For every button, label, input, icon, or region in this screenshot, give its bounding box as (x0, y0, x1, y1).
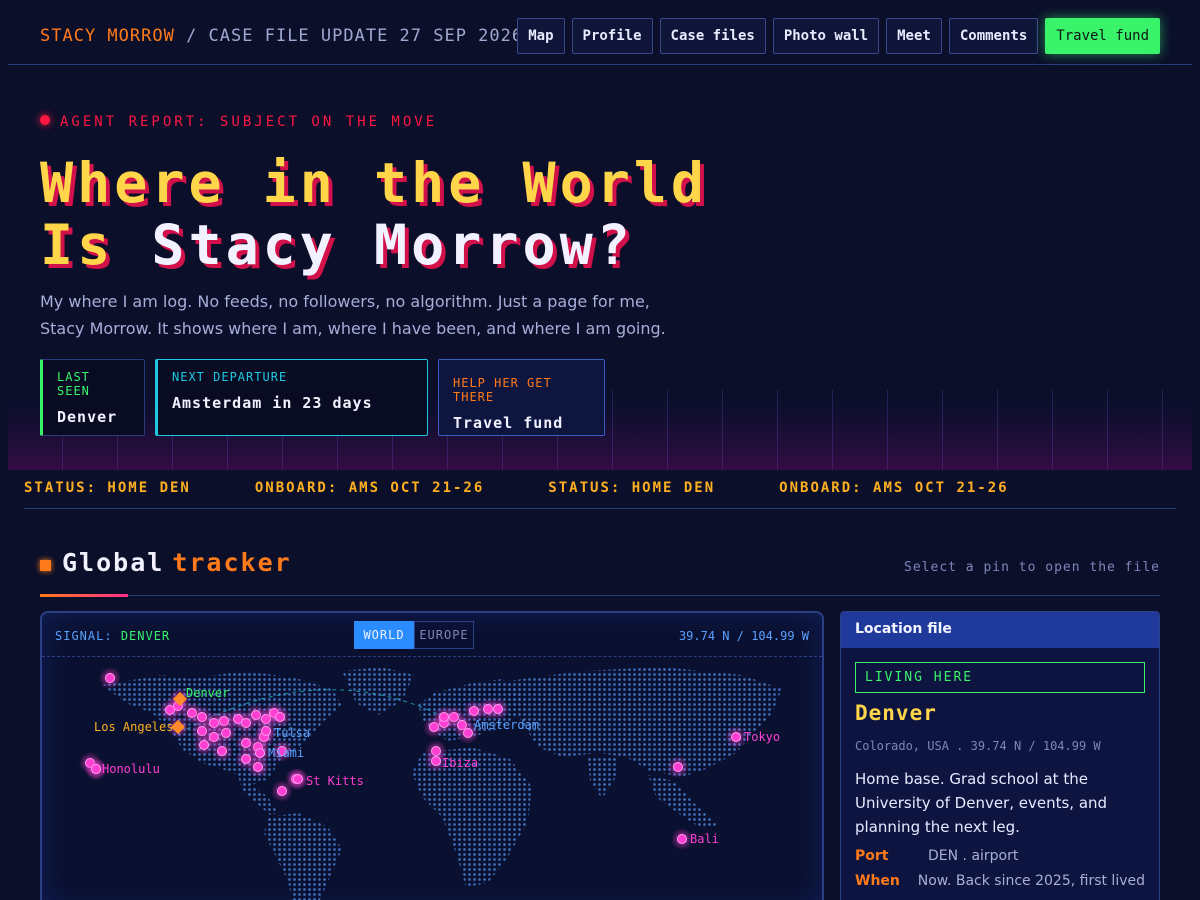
map-pin[interactable] (255, 748, 265, 758)
top-bar: STACY MORROW / CASE FILE UPDATE 27 SEP 2… (8, 0, 1192, 65)
brand-name: STACY MORROW (40, 26, 175, 46)
help-label: HELP HER GET THERE (453, 376, 552, 404)
map-pin[interactable] (677, 834, 687, 844)
tracker-title: Global tracker (62, 548, 292, 577)
next-departure-card: NEXT DEPARTURE Amsterdam in 23 days (155, 359, 428, 436)
status-cards: LAST SEEN Denver NEXT DEPARTURE Amsterda… (40, 359, 605, 436)
title-line-2-name: Stacy Morrow? (151, 213, 634, 277)
nav-case-files-button[interactable]: Case files (659, 18, 766, 54)
map-pin[interactable] (673, 762, 683, 772)
map-pin[interactable] (217, 746, 227, 756)
brand-subtitle: CASE FILE UPDATE 27 SEP 2026 (208, 26, 524, 46)
map-pin-label: Bali (690, 832, 719, 846)
site-brand[interactable]: STACY MORROW / CASE FILE UPDATE 27 SEP 2… (40, 26, 523, 46)
view-world-button[interactable]: WORLD (354, 621, 414, 649)
signal-readout: SIGNAL: DENVER (55, 629, 170, 643)
ticker-item: STATUS: HOME DEN (24, 480, 191, 496)
alert-dot-icon (40, 115, 50, 125)
location-description: Home base. Grad school at the University… (855, 770, 1108, 836)
agent-alert: AGENT REPORT: SUBJECT ON THE MOVE (40, 114, 437, 130)
map-pin[interactable] (463, 728, 473, 738)
land-masses (102, 667, 782, 900)
map-pin[interactable] (275, 712, 285, 722)
map-pin-label: Denver (186, 686, 229, 700)
world-map[interactable]: Denver Los Angeles Tulsa Miami Honolulu St Ki… (42, 657, 822, 900)
alert-text: AGENT REPORT: SUBJECT ON THE MOVE (60, 114, 438, 130)
when-value: Now. Back since 2025, first lived (917, 873, 1145, 889)
ticker-item: ONBOARD: AMS OCT 21-26 (779, 480, 1009, 496)
map-pin[interactable] (105, 673, 115, 683)
map-view-toggle: WORLD EUROPE (354, 621, 474, 649)
status-ticker: STATUS: HOME DEN ONBOARD: AMS OCT 21-26 ST… (24, 471, 1176, 509)
location-file-panel: Location file LIVING HERE Denver Colorad… (840, 611, 1160, 900)
signal-label: SIGNAL: (55, 629, 113, 643)
last-seen-card: LAST SEEN Denver (40, 359, 145, 436)
hero-section: AGENT REPORT: SUBJECT ON THE MOVE Where … (8, 66, 1192, 470)
last-seen-label: LAST SEEN (57, 370, 90, 398)
nav-map-button[interactable]: Map (517, 18, 565, 54)
port-key: Port (855, 848, 889, 864)
map-pin-label: St Kitts (306, 774, 364, 788)
nav-photo-wall-button[interactable]: Photo wall (772, 18, 880, 54)
map-pin-label: Ibiza (442, 756, 478, 770)
world-map-panel: SIGNAL: DENVER WORLD EUROPE 39.74 N / 10… (40, 611, 824, 900)
location-when-row: When Now. Back since 2025, first lived (855, 873, 1145, 889)
view-europe-button[interactable]: EUROPE (414, 621, 474, 649)
page-title: Where in the World Is Stacy Morrow? (40, 152, 708, 276)
signal-value: DENVER (120, 629, 171, 643)
tracker-title-b: tracker (172, 548, 292, 577)
location-city: Denver (855, 701, 937, 725)
map-pin-label: Miami (268, 746, 304, 760)
map-pin[interactable] (261, 726, 271, 736)
tracker-header: Global tracker Select a pin to open the f… (40, 546, 1160, 597)
last-seen-value: Denver (57, 408, 118, 426)
map-pin[interactable] (439, 712, 449, 722)
ticker-item: STATUS: HOME DEN (548, 480, 716, 496)
tracker-hint: Select a pin to open the file (904, 560, 1160, 575)
map-pin[interactable] (431, 756, 441, 766)
main-nav: Map Profile Case files Photo wall Meet C… (517, 18, 1160, 54)
map-pin[interactable] (91, 764, 101, 774)
travel-fund-card[interactable]: HELP HER GET THERE Travel fund (438, 359, 605, 436)
nav-profile-button[interactable]: Profile (571, 18, 653, 54)
tracker-underline (40, 594, 128, 597)
map-pin-label: Tulsa (274, 726, 310, 740)
map-pin[interactable] (199, 740, 209, 750)
port-value: DEN . airport (928, 848, 1019, 864)
title-line-2-prefix: Is (40, 213, 152, 277)
section-square-icon (40, 560, 51, 571)
ticker-item: ONBOARD: AMS OCT 21-26 (254, 480, 485, 496)
location-file-header: Location file (841, 612, 1159, 648)
next-departure-value: Amsterdam in 23 days (172, 394, 373, 412)
nav-travel-fund-button[interactable]: Travel fund (1045, 18, 1160, 54)
tracker-title-a: Global (62, 548, 165, 577)
map-toolbar: SIGNAL: DENVER WORLD EUROPE 39.74 N / 10… (42, 613, 822, 657)
location-subtitle: Colorado, USA . 39.74 N / 104.99 W (855, 739, 1101, 753)
help-value: Travel fund (453, 414, 564, 432)
title-line-1: Where in the World (40, 151, 709, 215)
next-departure-label: NEXT DEPARTURE (172, 370, 288, 384)
brand-separator: / (174, 26, 209, 46)
map-coordinates: 39.74 N / 104.99 W (678, 629, 809, 643)
when-key: When (855, 873, 900, 889)
map-pin[interactable] (493, 704, 503, 714)
living-here-badge: LIVING HERE (855, 662, 1145, 693)
map-pin[interactable] (731, 732, 741, 742)
map-pin[interactable] (293, 774, 303, 784)
map-pin-label: Tokyo (744, 730, 780, 744)
nav-comments-button[interactable]: Comments (948, 18, 1039, 54)
map-pin-label: Los Angeles (94, 720, 173, 734)
location-port-row: Port DEN . airport (855, 848, 1145, 864)
intro-text: My where I am log. No feeds, no follower… (40, 292, 666, 338)
map-pin-label: Honolulu (102, 762, 160, 776)
nav-meet-button[interactable]: Meet (886, 18, 942, 54)
map-pin[interactable] (221, 728, 231, 738)
map-pin[interactable] (277, 786, 287, 796)
map-pin-label: Amsterdam (474, 718, 539, 732)
